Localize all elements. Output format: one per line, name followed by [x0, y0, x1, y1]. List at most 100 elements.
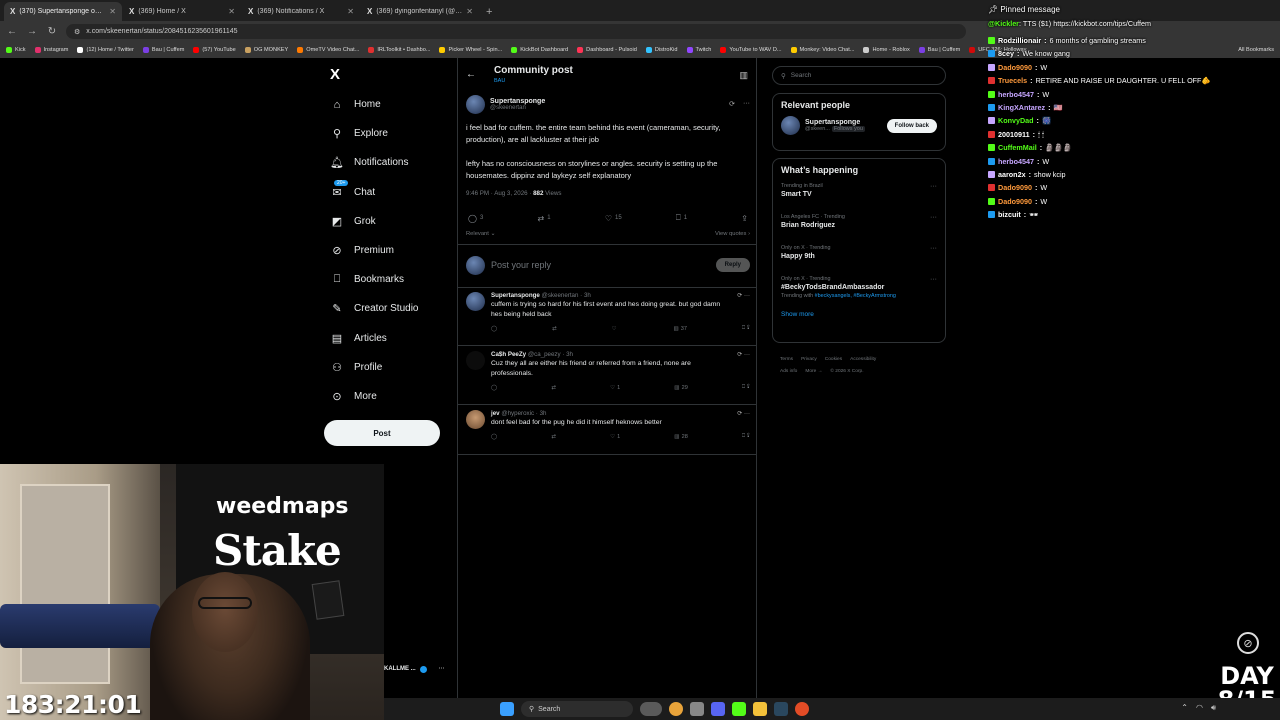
share-action[interactable]: ⇪: [741, 214, 748, 223]
nav-item-home[interactable]: ⌂ Home: [326, 90, 466, 119]
browser-tab[interactable]: X (369) dyingonfentanyl (@fent ✕: [361, 2, 479, 21]
browser-tab[interactable]: X (370) Supertansponge on X: "i fe ✕: [4, 2, 122, 21]
nav-item-bookmarks[interactable]: ⎕ Bookmarks: [326, 265, 466, 294]
chat-username[interactable]: Rodzillionair: [998, 36, 1041, 45]
nav-item-explore[interactable]: ⚲ Explore: [326, 119, 466, 148]
nav-item-grok[interactable]: ◩ Grok: [326, 207, 466, 236]
repost-action[interactable]: ⇄ 1: [538, 214, 551, 223]
taskbar-search[interactable]: ⚲ Search: [521, 701, 633, 717]
footer-link[interactable]: Terms: [780, 357, 793, 362]
chrome-alt-icon[interactable]: [795, 702, 809, 716]
new-tab-button[interactable]: +: [480, 2, 498, 21]
bookmark-item[interactable]: Dashboard - Pulsoid: [577, 47, 637, 53]
reply-author-name[interactable]: Supertansponge: [491, 292, 540, 299]
bookmark-item[interactable]: Kick: [6, 47, 26, 53]
more-options-icon[interactable]: ···: [743, 100, 750, 108]
file-explorer-icon[interactable]: [753, 702, 767, 716]
discord-icon[interactable]: [711, 702, 725, 716]
camera-icon[interactable]: [690, 702, 704, 716]
chat-username[interactable]: Dado9090: [998, 197, 1032, 206]
bookmark-item[interactable]: DistroKid: [645, 47, 678, 53]
close-icon[interactable]: ✕: [466, 7, 473, 16]
windows-start-icon[interactable]: [500, 702, 514, 716]
bookmark-item[interactable]: (57) YouTube: [193, 47, 236, 53]
reply-action[interactable]: ◯ 3: [468, 214, 483, 223]
chat-username[interactable]: herbo4547: [998, 157, 1034, 166]
chat-username[interactable]: CuffemMail: [998, 143, 1037, 152]
chat-username[interactable]: Dado9090: [998, 183, 1032, 192]
search-input[interactable]: ⚲ Search: [772, 66, 946, 85]
chat-username[interactable]: bizcuit: [998, 210, 1021, 219]
more-options-icon[interactable]: ⟳ ···: [737, 351, 750, 358]
views-icon[interactable]: ▥ 28: [674, 433, 688, 440]
browser-tab[interactable]: X (369) Home / X ✕: [123, 2, 241, 21]
repost-icon[interactable]: ⇄: [551, 384, 556, 391]
footer-link[interactable]: © 2026 X Corp.: [830, 369, 863, 374]
trend-related-tags[interactable]: #beckysangels, #BeckyArmstrong: [815, 293, 896, 299]
bookmark-item[interactable]: Instagram: [34, 47, 68, 53]
more-options-icon[interactable]: ···: [930, 214, 937, 221]
avatar[interactable]: [466, 410, 485, 429]
address-bar[interactable]: ⚙ x.com/skeenertan/status/20845162356019…: [66, 24, 966, 39]
browser-tab[interactable]: X (369) Notifications / X ✕: [242, 2, 360, 21]
like-action[interactable]: ♡ 15: [605, 214, 622, 223]
bookmark-icon[interactable]: ⎕ ⇪: [742, 384, 750, 391]
bookmark-item[interactable]: Picker Wheel - Spin...: [439, 47, 502, 53]
footer-link[interactable]: Cookies: [825, 357, 842, 362]
chat-username[interactable]: herbo4547: [998, 90, 1034, 99]
site-info-icon[interactable]: ⚙: [74, 28, 80, 36]
nav-item-creator-studio[interactable]: ✎ Creator Studio: [326, 294, 466, 323]
community-name[interactable]: BAU: [494, 78, 505, 84]
bookmark-item[interactable]: OmeTV Video Chat...: [297, 47, 359, 53]
reply-post[interactable]: Ca$h PeeZy @ca_peezy · 3h Cuz they all a…: [466, 351, 750, 391]
footer-link[interactable]: Privacy: [801, 357, 817, 362]
heart-icon[interactable]: ♡ 1: [610, 433, 620, 440]
reply-icon[interactable]: ◯: [491, 384, 497, 391]
bookmark-icon[interactable]: ⎕ ⇪: [742, 325, 750, 332]
bookmark-item[interactable]: (12) Home / Twitter: [77, 47, 134, 53]
reply-input[interactable]: Post your reply: [491, 260, 710, 270]
reply-author-name[interactable]: Ca$h PeeZy: [491, 351, 526, 358]
bookmark-item[interactable]: Twitch: [686, 47, 711, 53]
avatar[interactable]: [466, 351, 485, 370]
nav-item-premium[interactable]: ⊘ Premium: [326, 236, 466, 265]
bookmark-icon[interactable]: ⎕ ⇪: [742, 433, 750, 440]
chat-username[interactable]: KonvyDad: [998, 116, 1034, 125]
bookmark-item[interactable]: Bau | Cuffem: [142, 47, 184, 53]
chat-username[interactable]: Dado9090: [998, 63, 1032, 72]
chrome-icon[interactable]: [669, 702, 683, 716]
bookmark-item[interactable]: YouTube to WAV D...: [720, 47, 782, 53]
steam-icon[interactable]: [774, 702, 788, 716]
wifi-icon[interactable]: ◠: [1196, 703, 1203, 713]
reply-post[interactable]: jev @hyperoxic · 3h dont feel bad for th…: [466, 410, 750, 440]
heart-icon[interactable]: ♡ 1: [610, 384, 620, 391]
more-options-icon[interactable]: ···: [930, 183, 937, 190]
more-options-icon[interactable]: ⟳ ···: [737, 292, 750, 299]
avatar[interactable]: [781, 116, 800, 135]
trend-item[interactable]: Trending in Brazil Smart TV ···: [773, 179, 945, 210]
bookmark-item[interactable]: Home - Roblox: [863, 47, 910, 53]
show-more-link[interactable]: Show more: [773, 303, 945, 326]
account-switcher[interactable]: KALLME ... ···: [384, 660, 456, 678]
bookmark-item[interactable]: KickBot Dashboard: [511, 47, 568, 53]
reply-icon[interactable]: ◯: [491, 433, 497, 440]
reply-post[interactable]: Supertansponge @skeenertan · 3h cuffem i…: [466, 292, 750, 332]
heart-icon[interactable]: ♡: [612, 325, 619, 332]
more-options-icon[interactable]: ···: [439, 666, 445, 672]
bookmark-item[interactable]: Monkey: Video Chat...: [790, 47, 854, 53]
avatar[interactable]: [466, 292, 485, 311]
bookmark-item[interactable]: IRLToolkit • Dashbo...: [368, 47, 430, 53]
view-quotes-link[interactable]: View quotes ›: [715, 231, 750, 237]
widgets-icon[interactable]: [640, 702, 662, 716]
views-icon[interactable]: ▥ 37: [674, 325, 688, 332]
relevant-person-name[interactable]: Supertansponge: [805, 119, 882, 126]
post-button[interactable]: Post: [324, 420, 440, 446]
more-options-icon[interactable]: ···: [930, 276, 937, 283]
chat-username[interactable]: 20010911: [998, 130, 1030, 139]
views-icon[interactable]: ▥ 29: [674, 384, 688, 391]
nav-item-chat[interactable]: ✉ 20+ Chat: [326, 178, 466, 207]
x-logo[interactable]: X: [330, 66, 340, 83]
repost-icon[interactable]: ⇄: [552, 325, 557, 332]
reload-icon[interactable]: ↻: [46, 26, 58, 37]
post-author-handle[interactable]: @skeenertan: [490, 105, 545, 111]
